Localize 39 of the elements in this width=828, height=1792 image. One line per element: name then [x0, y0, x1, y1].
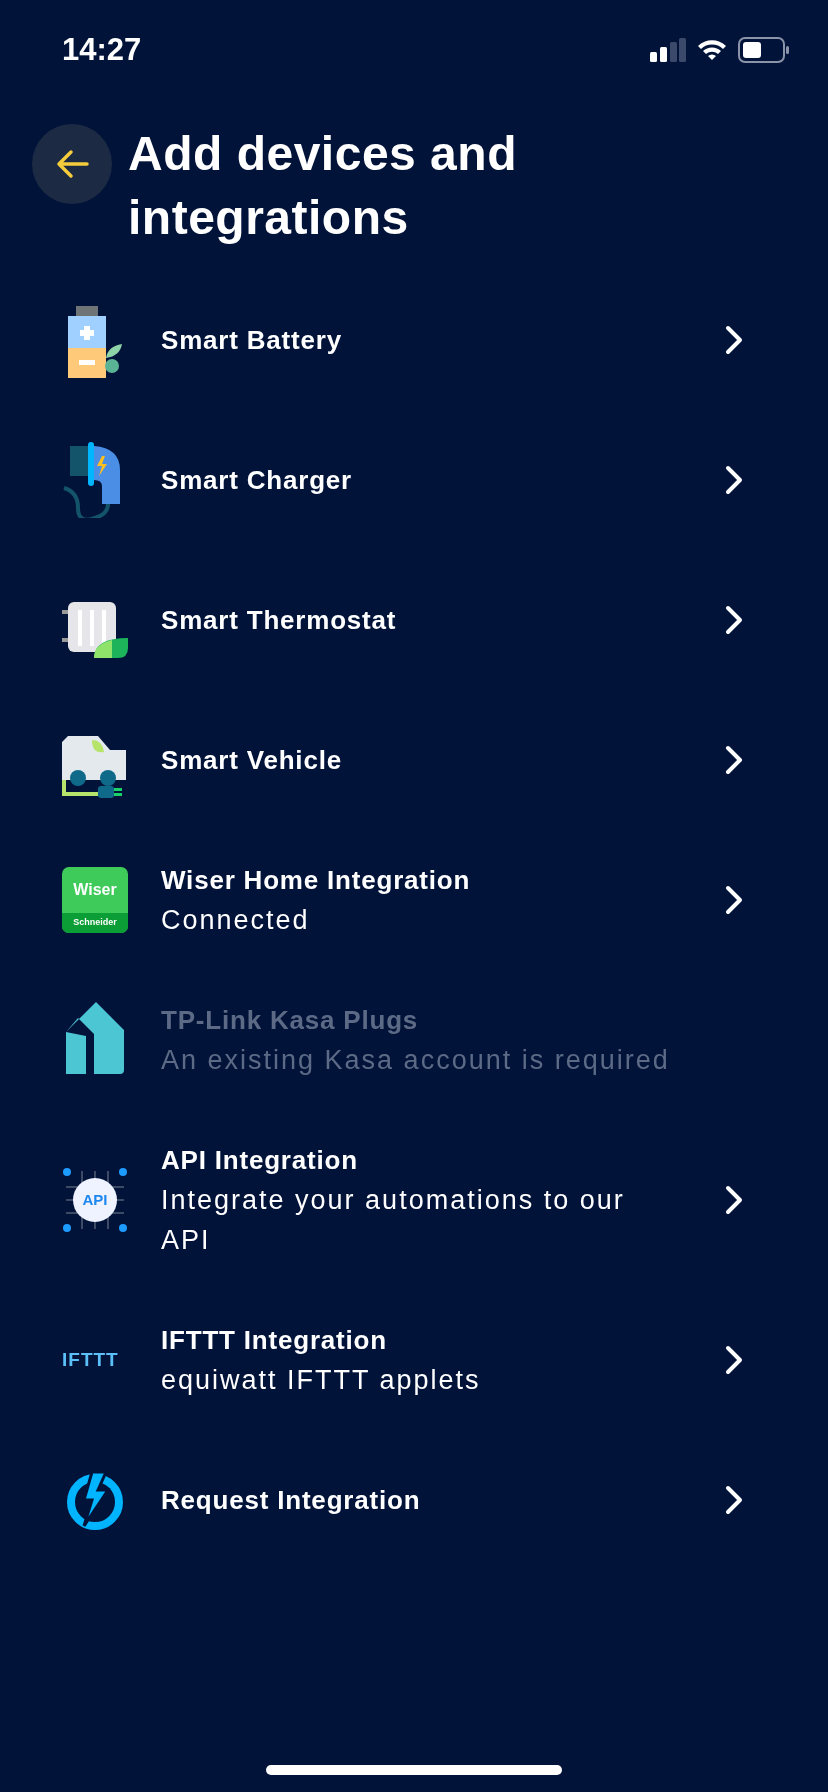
- chevron-right-icon: [724, 745, 744, 775]
- logo-subtext: Schneider: [62, 913, 128, 933]
- list-item[interactable]: Request Integration: [0, 1430, 828, 1570]
- list-item[interactable]: Wiser Schneider Wiser Home Integration Connected: [0, 830, 828, 970]
- chevron-right-icon: [724, 885, 744, 915]
- list-item[interactable]: Smart Battery: [0, 270, 828, 410]
- list-item[interactable]: Smart Vehicle: [0, 690, 828, 830]
- logo-text: Wiser: [72, 880, 118, 900]
- chevron-right-icon: [724, 465, 744, 495]
- list-item[interactable]: Smart Charger: [0, 410, 828, 550]
- item-subtitle: equiwatt IFTTT applets: [161, 1364, 482, 1397]
- chevron-right-icon: [724, 1485, 744, 1515]
- list-item[interactable]: Smart Thermostat: [0, 550, 828, 690]
- chevron-right-icon: [724, 605, 744, 635]
- item-title: Smart Thermostat: [161, 604, 398, 637]
- status-time: 14:27: [62, 30, 142, 69]
- list-item[interactable]: IFTTT IFTTT Integration equiwatt IFTTT applets: [0, 1290, 828, 1430]
- item-title: Smart Battery: [161, 324, 343, 357]
- item-title: API Integration: [161, 1144, 359, 1177]
- chevron-right-icon: [724, 1185, 744, 1215]
- signal-icon: [650, 38, 686, 62]
- item-title: TP-Link Kasa Plugs: [161, 1004, 420, 1037]
- battery-status-icon: [738, 37, 790, 63]
- logo-text: API: [73, 1178, 117, 1222]
- item-title: IFTTT Integration: [161, 1324, 388, 1357]
- item-title: Smart Vehicle: [161, 744, 343, 777]
- back-arrow-icon: [55, 149, 89, 179]
- list-item[interactable]: API API Integration Integrate your automations to our API: [0, 1110, 828, 1290]
- item-title: Wiser Home Integration: [161, 864, 472, 897]
- item-subtitle: Integrate your automations to our API: [161, 1184, 626, 1257]
- chevron-right-icon: [724, 325, 744, 355]
- item-subtitle: Connected: [161, 904, 311, 937]
- item-title: Smart Charger: [161, 464, 354, 497]
- item-subtitle: An existing Kasa account is required: [161, 1044, 671, 1077]
- chevron-right-icon: [724, 1345, 744, 1375]
- page-title: Add devices and integrations: [128, 126, 518, 246]
- wifi-icon: [696, 38, 728, 62]
- item-title: Request Integration: [161, 1484, 422, 1517]
- logo-text: IFTTT: [62, 1347, 120, 1372]
